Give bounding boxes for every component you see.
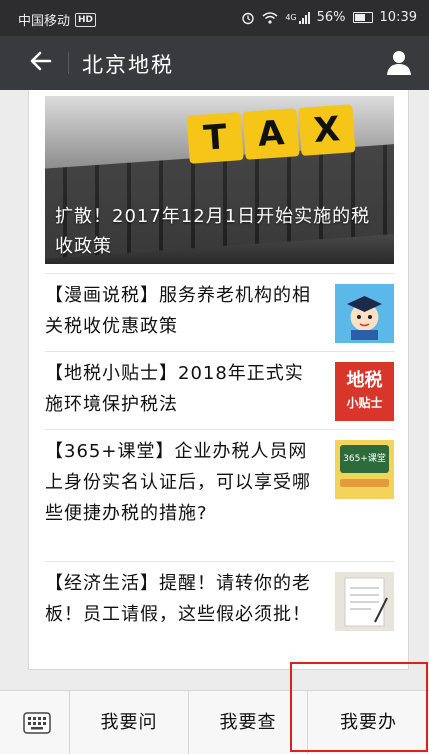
article-item[interactable]: 【经济生活】提醒！请转你的老板！员工请假，这些假必须批！ (45, 561, 394, 661)
nav-divider (68, 52, 69, 74)
carrier-info: 中国移动 HD (18, 10, 97, 29)
hero-caption: 扩散！2017年12月1日开始实施的税收政策 (55, 206, 371, 257)
page-title: 北京地税 (82, 53, 174, 77)
tax-letter: T (186, 112, 244, 164)
article-item[interactable]: 【漫画说税】服务养老机构的相关税收优惠政策 (45, 273, 394, 351)
article-title: 【365+课堂】企业办税人员网上身份实名认证后，可以享受哪些便捷办税的措施? (45, 441, 311, 524)
clock: 10:39 (379, 10, 417, 25)
thumb-subtitle: 小贴士 (346, 396, 383, 410)
article-title: 【漫画说税】服务养老机构的相关税收优惠政策 (45, 285, 311, 337)
article-title: 【地税小贴士】2018年正式实施环境保护税法 (45, 363, 304, 415)
person-icon[interactable] (385, 48, 413, 76)
tax-letter: X (298, 104, 356, 156)
hd-badge: HD (75, 12, 97, 27)
article-item[interactable]: 【365+课堂】企业办税人员网上身份实名认证后，可以享受哪些便捷办税的措施? 3… (45, 429, 394, 561)
article-item[interactable]: 【地税小贴士】2018年正式实施环境保护税法 地税 小贴士 (45, 351, 394, 429)
back-arrow-icon[interactable] (24, 46, 54, 76)
keyboard-toggle[interactable] (0, 691, 70, 754)
status-bar: 中国移动 HD 4G 56% 10:39 (0, 0, 429, 36)
tax-letter: A (242, 108, 300, 160)
article-title: 【经济生活】提醒！请转你的老板！员工请假，这些假必须批！ (45, 573, 311, 625)
nav-bar: 北京地税 (0, 36, 429, 90)
tab-ask[interactable]: 我要问 (70, 691, 189, 754)
signal-icon (298, 11, 310, 24)
battery-percent: 56% (316, 10, 346, 25)
classroom-thumbnail: 365+课堂 (335, 440, 394, 499)
cartoon-graduate-icon (335, 284, 394, 343)
battery-icon (352, 12, 373, 23)
alarm-icon (242, 12, 255, 24)
thumb-title: 地税 (346, 370, 383, 391)
hero-article[interactable]: T A X 扩散！2017年12月1日开始实施的税收政策 (45, 96, 394, 264)
chalkboard-text: 365+课堂 (340, 445, 389, 473)
wifi-icon (262, 11, 278, 24)
status-icons: 4G 56% 10:39 (241, 10, 417, 25)
tax-tips-thumbnail: 地税 小贴士 (335, 362, 394, 421)
leave-form-icon (335, 572, 394, 631)
highlight-box (290, 662, 428, 752)
carrier-name: 中国移动 (18, 14, 71, 29)
article-card: T A X 扩散！2017年12月1日开始实施的税收政策 【漫画说税】服务养老机… (28, 90, 409, 670)
keyboard-icon (23, 712, 51, 734)
network-type: 4G (285, 13, 297, 22)
